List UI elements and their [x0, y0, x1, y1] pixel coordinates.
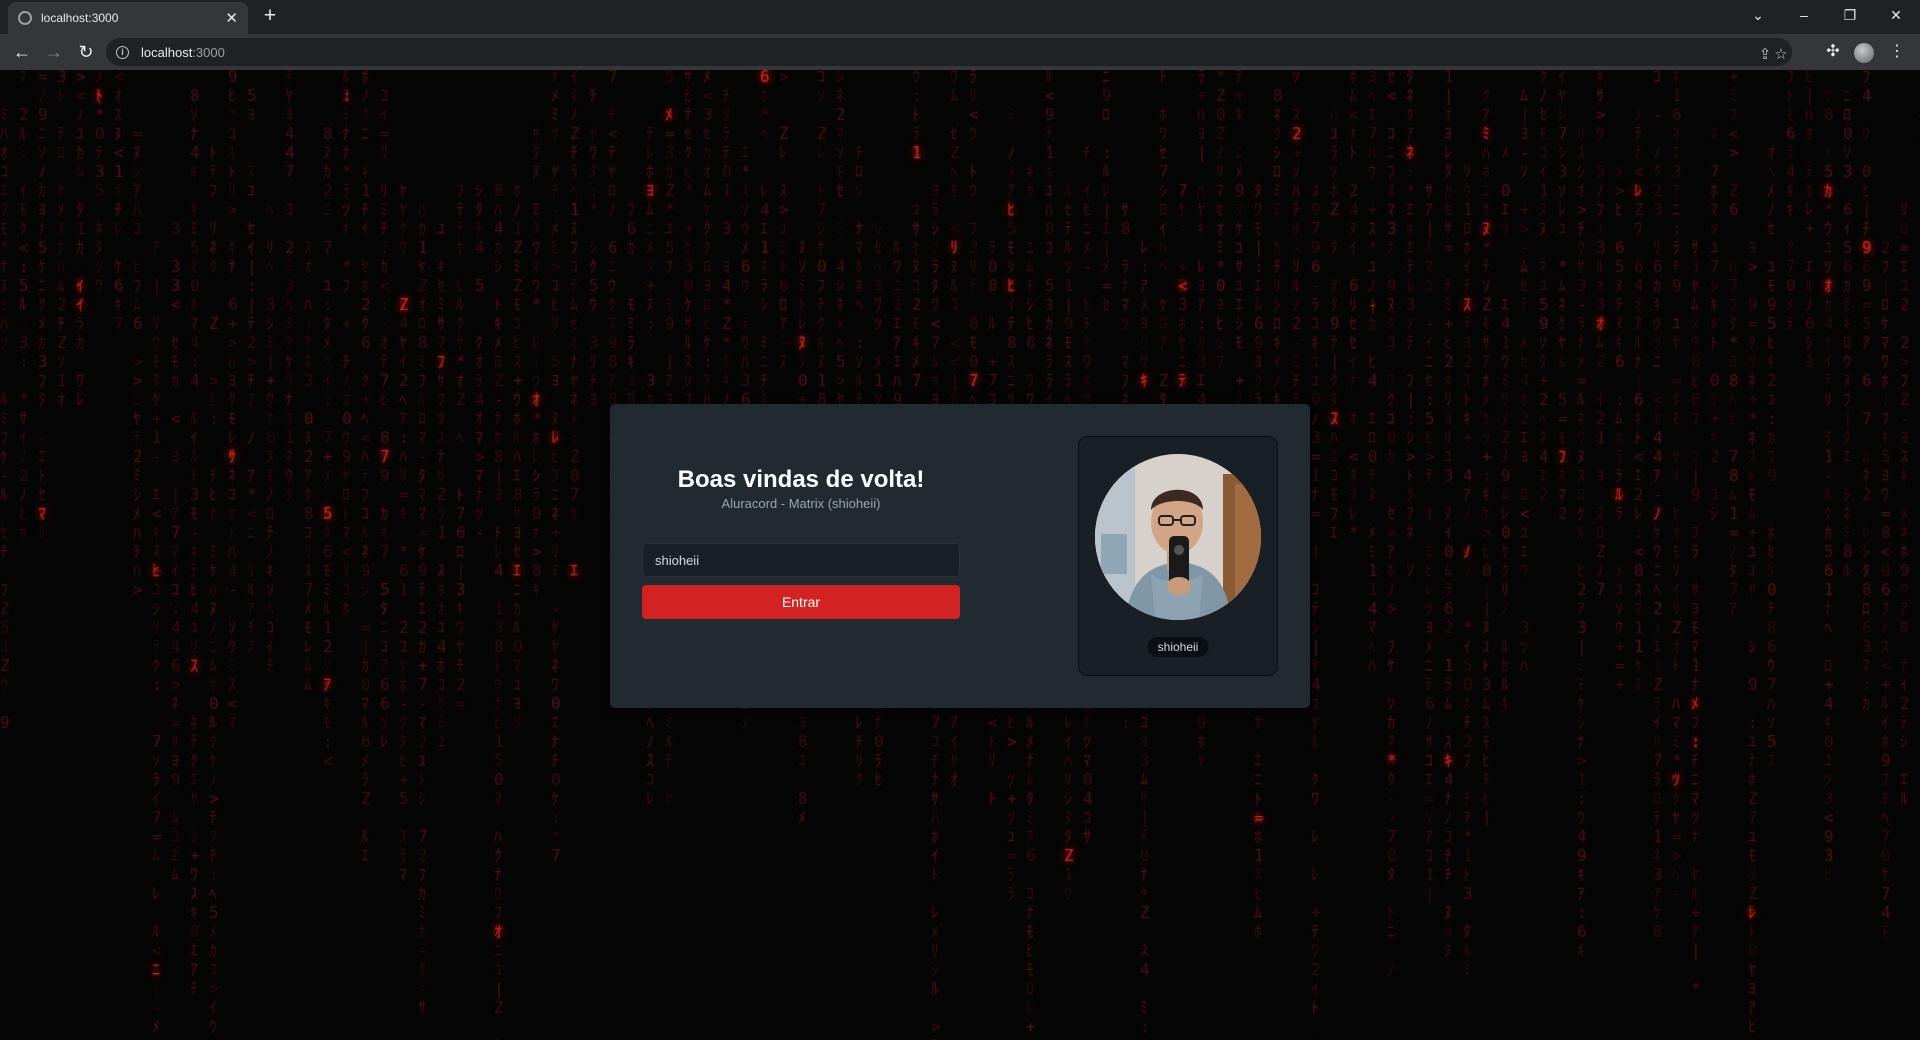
browser-toolbar: ← → ↻ i localhost :3000 ⇪ ☆ ✣ ⋮	[0, 34, 1920, 70]
profile-avatar[interactable]	[1854, 43, 1874, 63]
close-icon[interactable]: ✕	[225, 11, 238, 26]
window-close-button[interactable]: ✕	[1874, 0, 1918, 30]
login-card: Boas vindas de volta! Aluracord - Matrix…	[610, 404, 1310, 708]
menu-icon[interactable]: ⋮	[1886, 41, 1908, 63]
browser-tab[interactable]: localhost:3000 ✕	[8, 2, 248, 34]
address-bar[interactable]: i localhost :3000 ⇪ ☆	[106, 38, 1792, 66]
info-icon[interactable]: i	[116, 45, 129, 59]
page-title: Boas vindas de volta!	[677, 466, 925, 493]
login-form: Boas vindas de volta! Aluracord - Matrix…	[642, 404, 960, 708]
enter-button[interactable]: Entrar	[642, 585, 960, 619]
tab-search-icon[interactable]: ⌄	[1736, 0, 1780, 30]
reload-icon[interactable]: ↻	[74, 40, 98, 64]
page-viewport: Boas vindas de volta! Aluracord - Matrix…	[0, 70, 1920, 1040]
browser-tab-bar: localhost:3000 ✕ + ⌄ – ❐ ✕	[0, 0, 1920, 34]
new-tab-button[interactable]: +	[258, 5, 282, 29]
page-subtitle: Aluracord - Matrix (shioheii)	[721, 496, 881, 511]
profile-username: shioheii	[1147, 637, 1209, 657]
url-host: localhost	[141, 44, 193, 60]
globe-icon	[18, 11, 32, 25]
profile-photo	[1095, 454, 1261, 620]
minimize-button[interactable]: –	[1782, 0, 1826, 30]
puzzle-icon[interactable]: ✣	[1822, 41, 1844, 63]
forward-icon[interactable]: →	[42, 40, 66, 64]
url-port: :3000	[192, 44, 225, 60]
tab-title: localhost:3000	[41, 11, 119, 25]
profile-panel: shioheii	[1078, 436, 1278, 676]
username-input[interactable]	[642, 543, 960, 577]
restore-button[interactable]: ❐	[1828, 0, 1872, 30]
star-icon[interactable]: ☆	[1770, 44, 1792, 66]
back-icon[interactable]: ←	[10, 40, 34, 64]
